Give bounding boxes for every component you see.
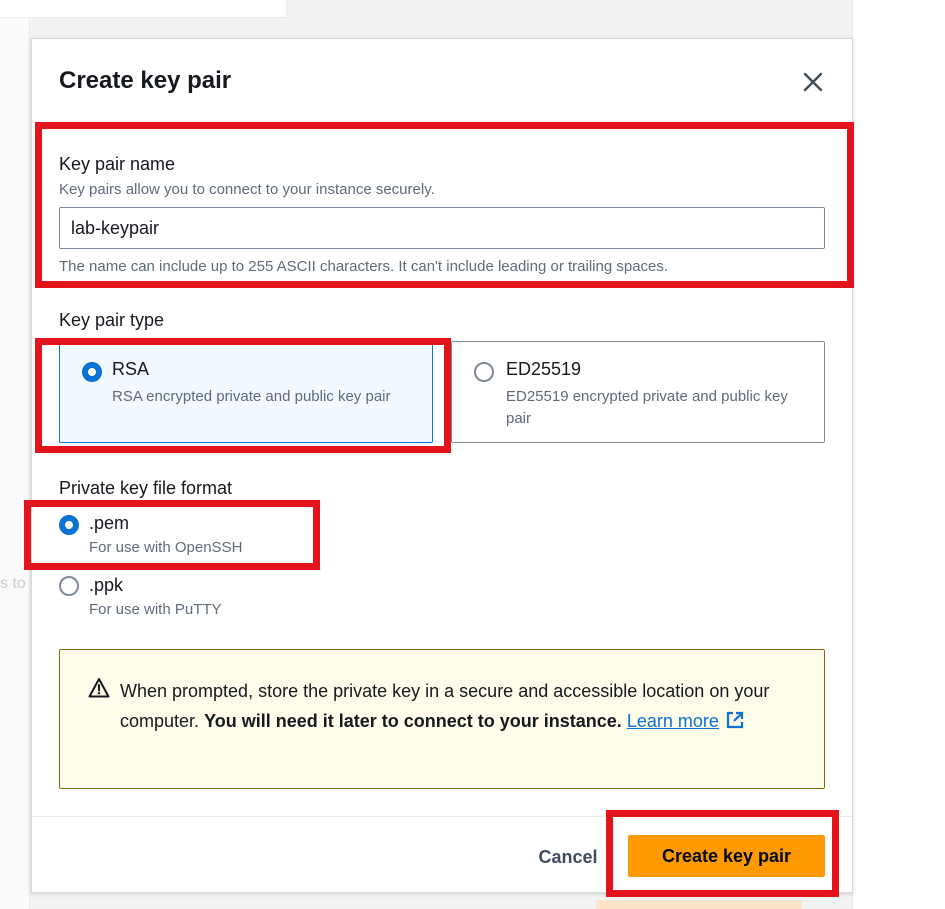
key-pair-name-input[interactable] (59, 207, 825, 249)
background-sidebar (0, 0, 30, 909)
ppk-option-title[interactable]: .ppk (89, 575, 123, 596)
rsa-option-description: RSA encrypted private and public key pai… (112, 388, 391, 405)
learn-more-link[interactable]: Learn more (627, 711, 719, 731)
rsa-option-title: RSA (112, 359, 150, 379)
background-card (0, 0, 285, 18)
rsa-radio[interactable] (82, 362, 102, 382)
learn-more-label[interactable]: Learn more (627, 711, 719, 731)
create-key-pair-button[interactable]: Create key pair (628, 835, 825, 877)
modal-title: Create key pair (59, 67, 232, 94)
pem-option-description: For use with OpenSSH (89, 539, 243, 556)
key-pair-type-label: Key pair type (59, 310, 165, 330)
key-type-rsa-option[interactable]: RSA RSA encrypted private and public key… (59, 341, 433, 443)
background-partial-text: s to (0, 575, 26, 592)
key-type-ed25519-option[interactable]: ED25519 ED25519 encrypted private and pu… (451, 341, 825, 443)
external-link-icon[interactable] (725, 710, 745, 730)
create-key-pair-modal: Create key pair Key pair name Key pairs … (31, 38, 853, 893)
footer-divider (32, 816, 852, 817)
key-pair-name-constraint: The name can include up to 255 ASCII cha… (59, 258, 669, 275)
pem-option-title[interactable]: .pem (89, 513, 129, 534)
ed25519-radio[interactable] (474, 362, 494, 382)
ed25519-option-description: ED25519 encrypted private and public key… (506, 388, 788, 427)
ppk-radio[interactable] (59, 576, 79, 596)
warning-text-bold: You will need it later to connect to you… (204, 711, 622, 731)
warning-icon (88, 678, 110, 698)
ed25519-option-title: ED25519 (506, 359, 582, 379)
background-right-panel (852, 0, 945, 909)
key-pair-name-description: Key pairs allow you to connect to your i… (59, 181, 435, 198)
close-icon (803, 72, 823, 92)
private-key-format-label: Private key file format (59, 478, 233, 498)
ppk-option-description: For use with PuTTY (89, 601, 222, 618)
close-button[interactable] (800, 69, 826, 95)
pem-radio[interactable] (59, 515, 79, 535)
warning-alert: When prompted, store the private key in … (59, 649, 825, 789)
warning-text: When prompted, store the private key in … (120, 676, 800, 736)
cancel-button[interactable]: Cancel (508, 836, 628, 878)
key-pair-name-label: Key pair name (59, 154, 176, 174)
background-button-edge (596, 900, 802, 909)
